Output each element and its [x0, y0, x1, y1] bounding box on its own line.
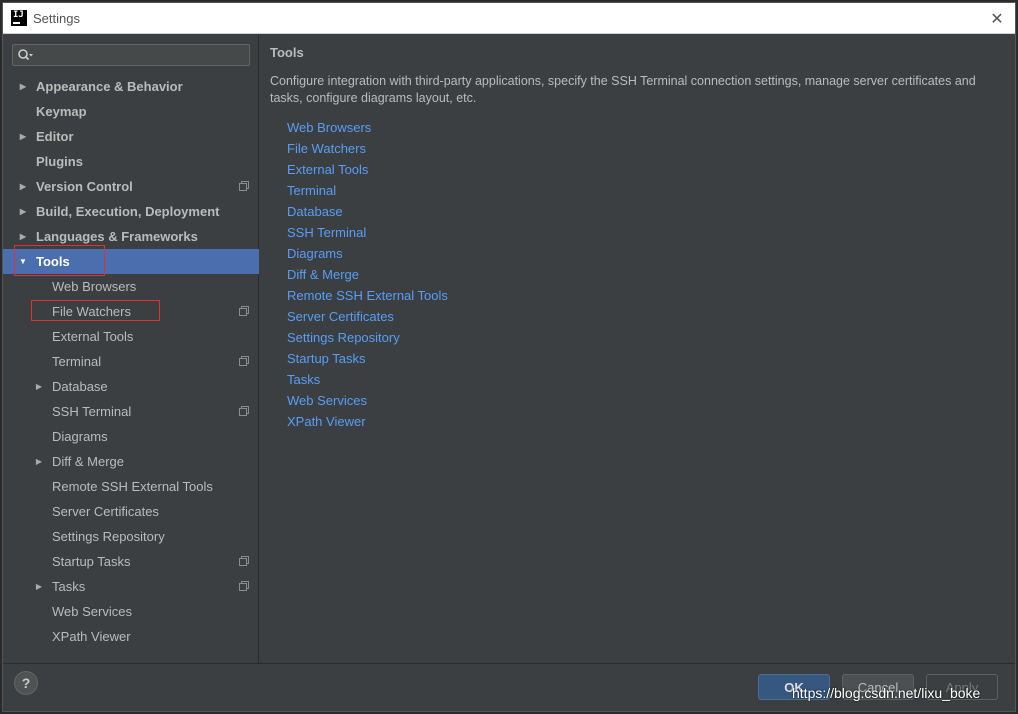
- link-file-watchers[interactable]: File Watchers: [287, 138, 448, 159]
- link-external-tools[interactable]: External Tools: [287, 159, 448, 180]
- project-settings-icon: [239, 556, 249, 566]
- sidebar-item-label: Database: [52, 379, 108, 394]
- link-web-services[interactable]: Web Services: [287, 390, 448, 411]
- sidebar-item-xpath-viewer[interactable]: XPath Viewer: [3, 624, 259, 649]
- link-remote-ssh-external-tools[interactable]: Remote SSH External Tools: [287, 285, 448, 306]
- search-input[interactable]: [35, 45, 245, 65]
- sidebar-item-file-watchers[interactable]: File Watchers: [3, 299, 259, 324]
- link-diagrams[interactable]: Diagrams: [287, 243, 448, 264]
- window-title: Settings: [33, 11, 80, 26]
- sidebar-item-database[interactable]: ▶ Database: [3, 374, 259, 399]
- chevron-right-icon[interactable]: ▶: [17, 74, 29, 99]
- chevron-down-icon[interactable]: ▼: [17, 249, 29, 274]
- sidebar-item-terminal[interactable]: Terminal: [3, 349, 259, 374]
- close-icon: ✕: [990, 8, 1004, 28]
- sidebar-item-web-services[interactable]: Web Services: [3, 599, 259, 624]
- sidebar-item-label: File Watchers: [52, 304, 131, 319]
- sidebar-item-keymap[interactable]: Keymap: [3, 99, 259, 124]
- sidebar-item-editor[interactable]: ▶ Editor: [3, 124, 259, 149]
- sidebar-item-label: Web Services: [52, 604, 132, 619]
- page-description: Configure integration with third-party a…: [270, 74, 976, 105]
- sidebar-item-label: Build, Execution, Deployment: [36, 204, 220, 219]
- sidebar-item-external-tools[interactable]: External Tools: [3, 324, 259, 349]
- page-title: Tools: [270, 45, 304, 60]
- sidebar-item-label: Settings Repository: [52, 529, 165, 544]
- watermark-text: https://blog.csdn.net/lixu_boke: [792, 685, 981, 701]
- sidebar-item-web-browsers[interactable]: Web Browsers: [3, 274, 259, 299]
- link-tasks[interactable]: Tasks: [287, 369, 448, 390]
- sidebar-item-label: Keymap: [36, 104, 87, 119]
- sidebar-item-label: Diagrams: [52, 429, 108, 444]
- chevron-right-icon[interactable]: ▶: [33, 374, 45, 399]
- project-settings-icon: [239, 181, 249, 191]
- link-ssh-terminal[interactable]: SSH Terminal: [287, 222, 448, 243]
- link-xpath-viewer[interactable]: XPath Viewer: [287, 411, 448, 432]
- sidebar-item-label: Startup Tasks: [52, 554, 131, 569]
- chevron-right-icon[interactable]: ▶: [17, 199, 29, 224]
- settings-dialog: IJ Settings ✕ ▶ Appearance & Behavior Keym…: [2, 2, 1016, 712]
- sidebar-item-label: SSH Terminal: [52, 404, 132, 419]
- sidebar-item-appearance-behavior[interactable]: ▶ Appearance & Behavior: [3, 74, 259, 99]
- settings-tree: ▶ Appearance & Behavior Keymap ▶ Editor Plugi…: [3, 74, 259, 649]
- project-settings-icon: [239, 356, 249, 366]
- sidebar-item-label: Remote SSH External Tools: [52, 479, 213, 494]
- content-panel: Tools Configure integration with third-p…: [260, 35, 1015, 663]
- sidebar-item-label: Editor: [36, 129, 74, 144]
- sidebar-item-label: Appearance & Behavior: [36, 79, 183, 94]
- chevron-right-icon[interactable]: ▶: [17, 174, 29, 199]
- link-diff-merge[interactable]: Diff & Merge: [287, 264, 448, 285]
- sidebar-item-label: Web Browsers: [52, 279, 137, 294]
- chevron-right-icon[interactable]: ▶: [33, 574, 45, 599]
- link-server-certificates[interactable]: Server Certificates: [287, 306, 448, 327]
- link-startup-tasks[interactable]: Startup Tasks: [287, 348, 448, 369]
- chevron-right-icon[interactable]: ▶: [17, 224, 29, 249]
- sidebar-item-label: Tasks: [52, 579, 86, 594]
- project-settings-icon: [239, 581, 249, 591]
- link-database[interactable]: Database: [287, 201, 448, 222]
- chevron-right-icon[interactable]: ▶: [17, 124, 29, 149]
- sidebar-item-server-certificates[interactable]: Server Certificates: [3, 499, 259, 524]
- sidebar-item-label: Plugins: [36, 154, 83, 169]
- sidebar-item-label: Terminal: [52, 354, 102, 369]
- link-web-browsers[interactable]: Web Browsers: [287, 117, 448, 138]
- sidebar-item-plugins[interactable]: Plugins: [3, 149, 259, 174]
- project-settings-icon: [239, 406, 249, 416]
- sidebar-item-languages-frameworks[interactable]: ▶ Languages & Frameworks: [3, 224, 259, 249]
- sidebar-item-ssh-terminal[interactable]: SSH Terminal: [3, 399, 259, 424]
- sidebar-item-tools[interactable]: ▼ Tools: [3, 249, 259, 274]
- link-settings-repository[interactable]: Settings Repository: [287, 327, 448, 348]
- sidebar-item-build-execution-deployment[interactable]: ▶ Build, Execution, Deployment: [3, 199, 259, 224]
- chevron-right-icon[interactable]: ▶: [33, 449, 45, 474]
- sidebar-item-label: Tools: [36, 254, 70, 269]
- search-icon: [18, 49, 33, 61]
- sidebar-item-tasks[interactable]: ▶ Tasks: [3, 574, 259, 599]
- tool-links: Web Browsers File Watchers External Tools T…: [287, 117, 448, 432]
- search-box[interactable]: [12, 44, 250, 66]
- sidebar-item-label: Diff & Merge: [52, 454, 125, 469]
- intellij-icon: IJ: [11, 10, 27, 26]
- sidebar-item-remote-ssh-external-tools[interactable]: Remote SSH External Tools: [3, 474, 259, 499]
- sidebar-item-diff-merge[interactable]: ▶ Diff & Merge: [3, 449, 259, 474]
- sidebar-item-startup-tasks[interactable]: Startup Tasks: [3, 549, 259, 574]
- sidebar-item-settings-repository[interactable]: Settings Repository: [3, 524, 259, 549]
- sidebar-item-label: Version Control: [36, 179, 133, 194]
- close-button[interactable]: ✕: [987, 8, 1007, 28]
- project-settings-icon: [239, 306, 249, 316]
- sidebar-item-version-control[interactable]: ▶ Version Control: [3, 174, 259, 199]
- title-bar: IJ Settings ✕: [3, 3, 1015, 34]
- link-terminal[interactable]: Terminal: [287, 180, 448, 201]
- sidebar-item-label: Server Certificates: [52, 504, 159, 519]
- sidebar-item-label: XPath Viewer: [52, 629, 131, 644]
- sidebar-item-label: Languages & Frameworks: [36, 229, 198, 244]
- help-button[interactable]: ?: [14, 671, 38, 695]
- sidebar-item-diagrams[interactable]: Diagrams: [3, 424, 259, 449]
- settings-sidebar: ▶ Appearance & Behavior Keymap ▶ Editor Plugi…: [3, 35, 259, 663]
- sidebar-item-label: External Tools: [52, 329, 134, 344]
